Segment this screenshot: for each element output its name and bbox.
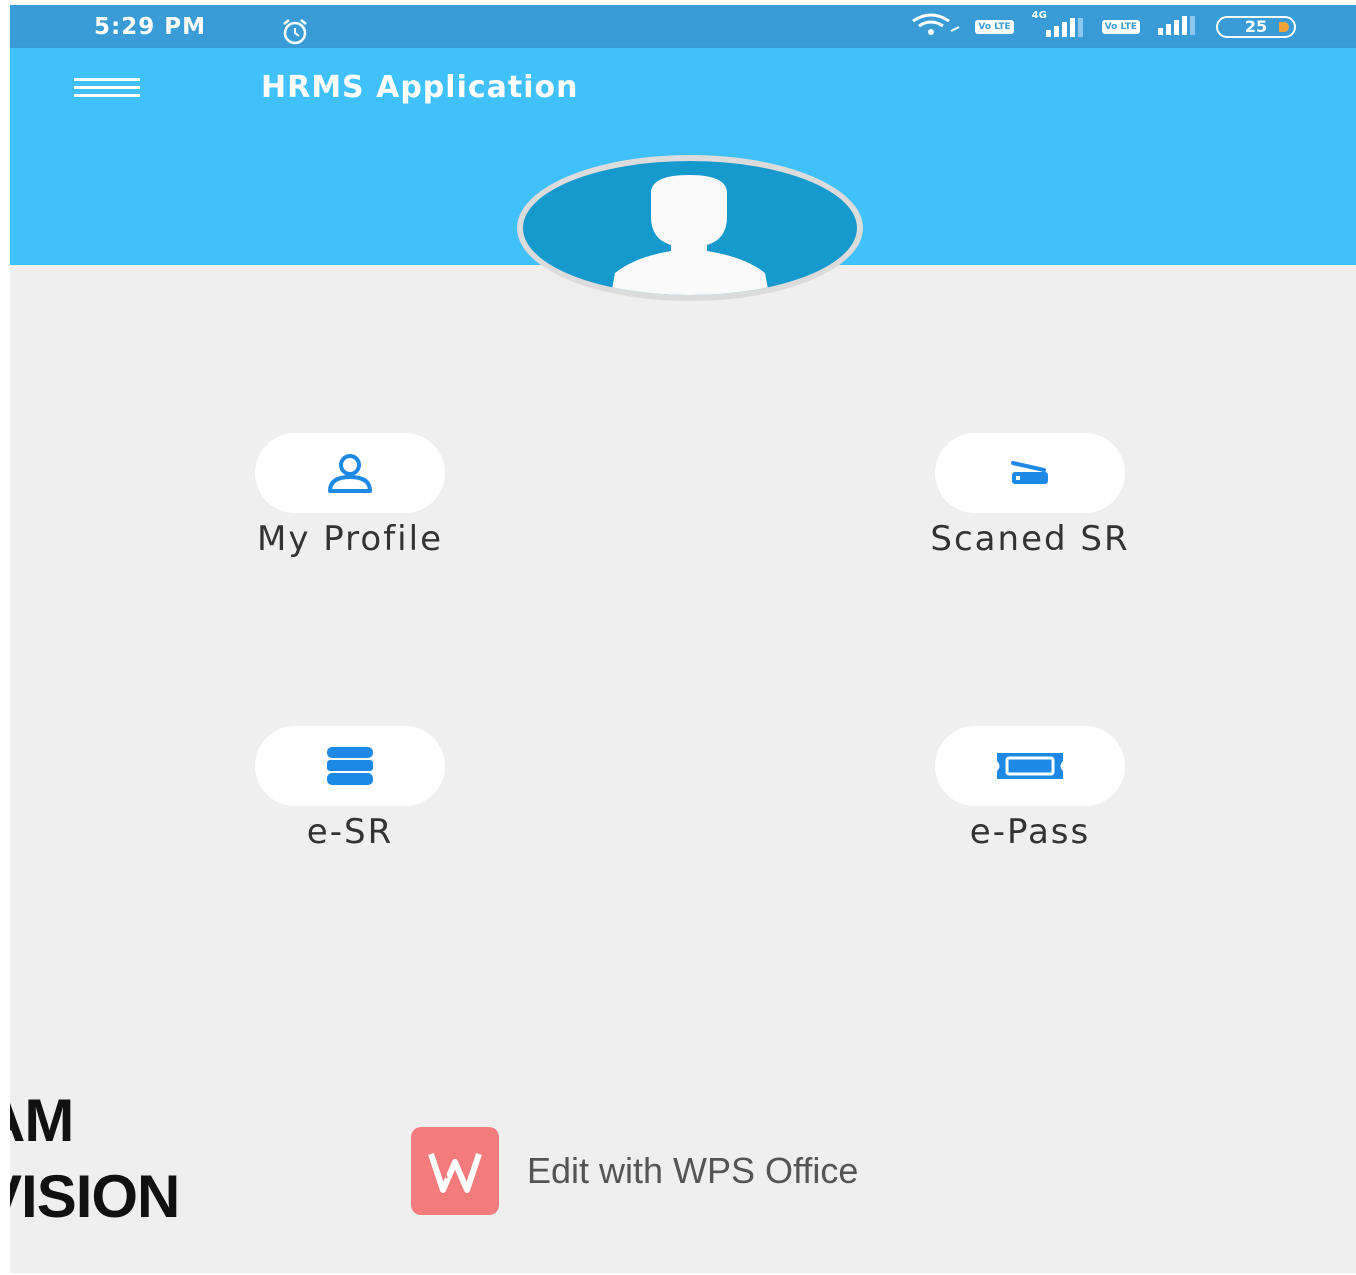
status-time: 5:29 PM [94,14,206,40]
my-profile-icon-circle [255,433,445,513]
e-sr-icon-circle [255,726,445,806]
user-outline-icon [328,454,372,493]
e-pass-tile[interactable]: e-Pass [870,726,1190,852]
app-title: HRMS Application [261,70,579,105]
alarm-icon [280,19,310,49]
e-pass-icon-circle [935,726,1125,806]
e-sr-label: e-SR [306,812,394,852]
my-profile-label: My Profile [257,519,443,559]
wps-watermark: Edit with WPS Office [411,1127,858,1215]
network-label: 4G [1031,10,1047,21]
my-profile-tile[interactable]: My Profile [190,433,510,559]
user-silhouette-icon [611,175,769,295]
battery-percent: 25 [1244,17,1268,36]
scaned-sr-icon-circle [935,433,1125,513]
e-sr-tile[interactable]: e-SR [190,726,510,852]
signal-icon-2 [1154,14,1202,40]
battery-icon: 25 [1216,16,1296,38]
battery-fill [1279,22,1289,32]
scanner-icon [1011,461,1048,484]
app-screen: 5:29 PM Vo LTE 4G Vo LTE 25 HRMS Applica… [10,5,1356,1273]
wifi-icon [911,13,961,41]
app-bar: HRMS Application [10,48,1356,132]
profile-avatar[interactable] [517,155,863,301]
overlay-line-2: VISION [10,1163,180,1230]
ticket-icon [997,753,1063,779]
database-icon [327,747,373,785]
volte-icon: Vo LTE [975,20,1014,34]
scaned-sr-label: Scaned SR [930,519,1130,559]
wps-logo-icon [411,1127,499,1215]
signal-icon: 4G [1028,10,1088,38]
e-pass-label: e-Pass [969,812,1091,852]
wps-watermark-text: Edit with WPS Office [527,1150,859,1191]
scaned-sr-tile[interactable]: Scaned SR [870,433,1190,559]
status-icons: Vo LTE 4G Vo LTE 25 [911,10,1296,41]
volte-icon-2: Vo LTE [1101,20,1140,34]
hamburger-menu-icon[interactable] [74,78,140,104]
overlay-line-1: AM [10,1087,74,1154]
status-bar: 5:29 PM Vo LTE 4G Vo LTE 25 [10,5,1356,48]
overlay-caption: AM VISION [10,1083,180,1235]
